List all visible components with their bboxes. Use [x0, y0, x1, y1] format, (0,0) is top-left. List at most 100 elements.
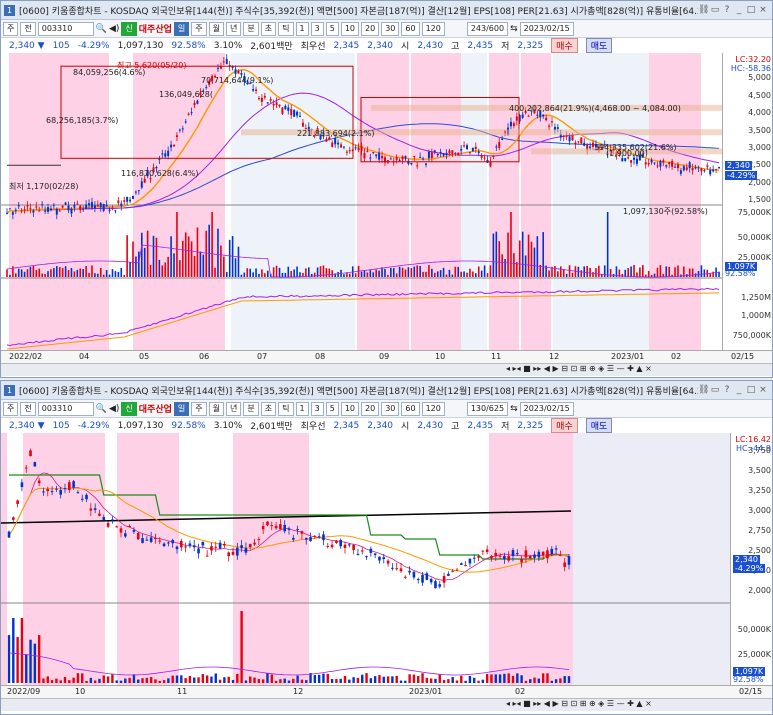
min-30[interactable]: 30 [381, 401, 400, 416]
volume-bar [413, 266, 416, 277]
buy-button[interactable]: 매수 [551, 38, 578, 53]
min-30[interactable]: 30 [381, 21, 400, 36]
help-icon[interactable]: ? [722, 5, 732, 15]
period-second[interactable]: 초 [260, 401, 277, 416]
bottom-chart-canvas[interactable] [1, 433, 731, 685]
market-select[interactable]: 주 [3, 21, 19, 36]
count-input[interactable]: 243/600 [466, 21, 509, 36]
volume-bar [50, 269, 52, 277]
candle-body [373, 553, 377, 556]
volume-bar [7, 635, 11, 683]
period-tick[interactable]: 틱 [278, 401, 294, 416]
sell-button[interactable]: 매도 [585, 38, 613, 53]
volume-bar [94, 273, 96, 277]
volume-bar [404, 680, 407, 683]
link-icon[interactable]: ⛓ [698, 385, 709, 395]
close-button[interactable]: × [758, 5, 768, 15]
min-10[interactable]: 10 [340, 21, 359, 36]
candle-body [548, 125, 551, 127]
date-input[interactable]: 2023/02/15 [519, 21, 574, 36]
period-month[interactable]: 월 [208, 401, 225, 416]
market-select[interactable]: 주 [3, 401, 19, 416]
stock-name: 대주산업 [138, 25, 172, 35]
volume-bar [41, 273, 43, 277]
speaker-icon[interactable]: ◀) [109, 24, 119, 34]
volume-bar [401, 267, 404, 277]
all-toggle[interactable]: 전 [20, 401, 36, 416]
volume-bar [595, 268, 597, 277]
volume-bar [272, 267, 275, 277]
buy-button[interactable]: 매수 [551, 418, 578, 433]
volume-bar [85, 265, 87, 277]
candle-body [143, 178, 146, 183]
volume-bar [161, 265, 164, 277]
zoom-icon[interactable]: ⇆ [510, 24, 518, 34]
min-5[interactable]: 5 [325, 401, 339, 416]
minimize-button[interactable]: _ [734, 385, 744, 395]
min-10[interactable]: 10 [340, 401, 359, 416]
period-day[interactable]: 일 [173, 401, 190, 416]
minimize-button[interactable]: _ [734, 5, 744, 15]
date-input[interactable]: 2023/02/15 [519, 401, 574, 416]
credit-badge: 신 [121, 401, 137, 416]
bottom-scrollbar[interactable]: ◂ ▸◂ ■ ▸▸ ◀ ▶ ⊟ ⊡ ⊞ ⊕ ◈ ☰ — ✚ ▲ × [1, 698, 772, 711]
min-120[interactable]: 120 [421, 401, 445, 416]
min-20[interactable]: 20 [361, 401, 380, 416]
volume-bar [85, 680, 88, 683]
low-price: 2,325 [517, 40, 544, 51]
period-week[interactable]: 주 [191, 401, 207, 416]
volume-bar [428, 265, 430, 277]
candle-body [559, 554, 562, 556]
volume-bar [16, 637, 19, 683]
count-input[interactable]: 130/625 [466, 401, 509, 416]
maximize-button[interactable]: □ [746, 385, 756, 395]
min-1[interactable]: 1 [295, 401, 309, 416]
stock-code-input[interactable]: 003310 [37, 401, 94, 416]
link-icon[interactable]: ⛓ [698, 5, 709, 15]
min-5[interactable]: 5 [325, 21, 339, 36]
top-chart-canvas[interactable]: 최고 5,620(05/20)84,059,256(4.6%)70,714,64… [1, 53, 723, 350]
period-tick[interactable]: 틱 [278, 21, 294, 36]
period-year[interactable]: 년 [226, 21, 242, 36]
min-3[interactable]: 3 [310, 21, 324, 36]
search-icon[interactable]: 🔍 [96, 404, 107, 414]
speaker-icon[interactable]: ◀) [109, 404, 119, 414]
candle-body [421, 574, 424, 583]
stock-code-input[interactable]: 003310 [37, 21, 94, 36]
search-icon[interactable]: 🔍 [96, 24, 107, 34]
zoom-icon[interactable]: ⇆ [510, 404, 518, 414]
candle-body [326, 546, 330, 548]
date-tick: 12 [293, 687, 304, 696]
period-minute[interactable]: 분 [243, 401, 259, 416]
period-day[interactable]: 일 [173, 21, 190, 36]
min-3[interactable]: 3 [310, 401, 324, 416]
sell-button[interactable]: 매도 [585, 418, 613, 433]
save-icon[interactable]: ▭ [710, 385, 720, 395]
maximize-button[interactable]: □ [746, 5, 756, 15]
period-minute[interactable]: 분 [243, 21, 259, 36]
all-toggle[interactable]: 전 [20, 21, 36, 36]
candle-body [26, 205, 29, 207]
top-scrollbar[interactable]: ◂ ▸◂ ■ ▸▸ ◀ ▶ ⊟ ⊡ ⊞ ⊕ ◈ ☰ — ✚ ▲ × [1, 363, 772, 376]
min-1[interactable]: 1 [295, 21, 309, 36]
candle-body [248, 544, 252, 548]
min-20[interactable]: 20 [361, 21, 380, 36]
period-second[interactable]: 초 [260, 21, 277, 36]
min-120[interactable]: 120 [421, 21, 445, 36]
min-60[interactable]: 60 [401, 21, 420, 36]
period-year[interactable]: 년 [226, 401, 242, 416]
period-month[interactable]: 월 [208, 21, 225, 36]
scroll-controls[interactable]: ◂ ▸◂ ■ ▸▸ ◀ ▶ ⊟ ⊡ ⊞ ⊕ ◈ ☰ — ✚ ▲ × [506, 699, 652, 708]
help-icon[interactable]: ? [722, 385, 732, 395]
candle-body [234, 69, 237, 74]
close-button[interactable]: × [758, 385, 768, 395]
period-week[interactable]: 주 [191, 21, 207, 36]
volume-bar [536, 236, 539, 277]
candle-body [424, 163, 427, 165]
min-60[interactable]: 60 [401, 401, 420, 416]
save-icon[interactable]: ▭ [710, 5, 720, 15]
price-tick: 4,000 [748, 108, 771, 118]
scroll-controls[interactable]: ◂ ▸◂ ■ ▸▸ ◀ ▶ ⊟ ⊡ ⊞ ⊕ ◈ ☰ — ✚ ▲ × [506, 364, 652, 373]
date-tick: 10 [435, 352, 446, 361]
candle-body [171, 540, 174, 544]
